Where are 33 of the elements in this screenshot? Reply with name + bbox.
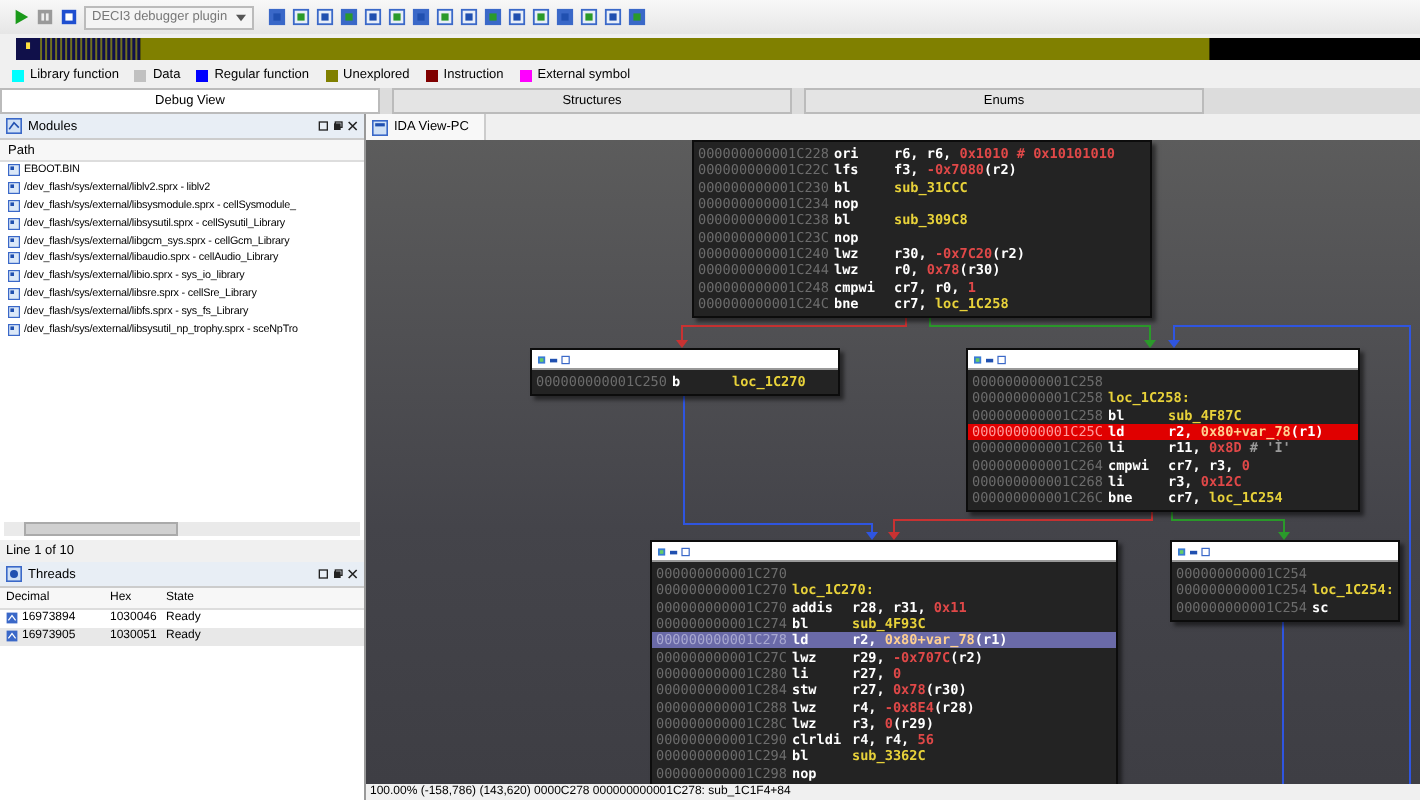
module-icon <box>8 164 20 177</box>
node-header-icons[interactable] <box>538 353 574 365</box>
horizontal-scrollbar[interactable] <box>4 522 360 536</box>
code-block[interactable] <box>692 140 1152 318</box>
module-icon <box>8 182 20 195</box>
node-header-icons[interactable] <box>658 545 694 557</box>
navigation-band-drawing[interactable] <box>16 37 1420 59</box>
node-header-bar[interactable] <box>968 350 1358 370</box>
window-buttons-icon[interactable] <box>318 568 358 580</box>
module-icon <box>8 235 20 248</box>
module-icon <box>8 252 20 265</box>
node-header-icons[interactable] <box>974 353 1010 365</box>
thread-icon <box>6 630 18 643</box>
module-icon <box>8 199 20 212</box>
module-icon <box>8 287 20 300</box>
node-header-bar[interactable] <box>532 350 838 370</box>
threads-icon <box>6 566 22 582</box>
pause-icon[interactable] <box>36 8 54 26</box>
module-icon <box>8 323 20 336</box>
node-header-bar[interactable] <box>1172 542 1398 562</box>
window-buttons-icon[interactable] <box>318 120 358 132</box>
node-header-bar[interactable] <box>652 542 1116 562</box>
module-icon <box>8 217 20 230</box>
caret-icon[interactable] <box>235 13 246 21</box>
code-block[interactable] <box>650 540 1118 784</box>
stop-icon[interactable] <box>60 8 78 26</box>
code-block[interactable] <box>966 348 1360 513</box>
node-header-icons[interactable] <box>1178 545 1214 557</box>
play-icon[interactable] <box>12 8 30 26</box>
module-icon <box>8 305 20 318</box>
module-icon <box>8 270 20 283</box>
modules-icon <box>6 118 22 134</box>
graph-view-icon <box>372 119 388 135</box>
